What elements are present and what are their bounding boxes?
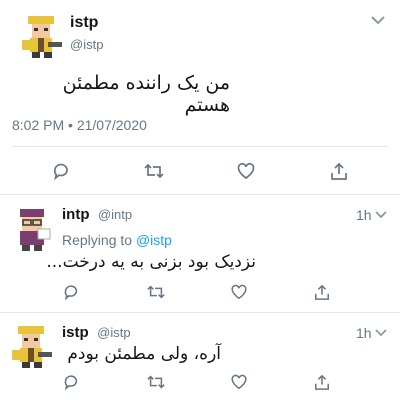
replying-to: Replying to @istp (62, 232, 172, 248)
chevron-down-icon[interactable] (374, 328, 388, 338)
author-name[interactable]: istp (70, 14, 98, 32)
retweet-icon[interactable] (146, 373, 166, 391)
reply-header: intp @intp (62, 206, 132, 224)
share-icon[interactable] (314, 373, 330, 391)
author-name[interactable]: istp (62, 324, 89, 341)
avatar[interactable] (8, 205, 56, 253)
divider (12, 146, 388, 147)
like-icon[interactable] (230, 373, 248, 391)
retweet-icon[interactable] (143, 161, 165, 181)
avatar-intp-image (8, 205, 56, 253)
avatar[interactable] (18, 12, 66, 60)
divider (0, 194, 400, 195)
like-icon[interactable] (236, 161, 256, 181)
tweet-timestamp[interactable]: 8:02 PM • 21/07/2020 (12, 117, 147, 133)
divider (0, 312, 400, 313)
reply-header: istp @istp (62, 324, 131, 342)
replying-to-handle[interactable]: @istp (136, 232, 172, 248)
tweet-text: من یک راننده مطمئن هستم (62, 72, 230, 116)
like-icon[interactable] (230, 283, 248, 301)
tweet-time[interactable]: 1h (356, 325, 372, 341)
tweet-time[interactable]: 1h (356, 207, 372, 223)
author-name[interactable]: intp (62, 206, 90, 223)
tweet-text: نزدیک بود بزنی به یه درخت... (46, 252, 256, 272)
author-handle[interactable]: @intp (98, 207, 132, 222)
tweet-text: آره، ولی مطمئن بودم (67, 344, 221, 364)
avatar-istp-image (18, 12, 66, 60)
reply-icon[interactable] (62, 283, 80, 301)
reply-icon[interactable] (62, 373, 80, 391)
retweet-icon[interactable] (146, 283, 166, 301)
share-icon[interactable] (314, 283, 330, 301)
chevron-down-icon[interactable] (370, 14, 386, 26)
share-icon[interactable] (330, 161, 348, 181)
author-handle[interactable]: @istp (97, 325, 130, 340)
reply-icon[interactable] (51, 161, 71, 181)
replying-to-label: Replying to (62, 232, 133, 248)
author-handle[interactable]: @istp (70, 37, 103, 52)
chevron-down-icon[interactable] (374, 210, 388, 220)
